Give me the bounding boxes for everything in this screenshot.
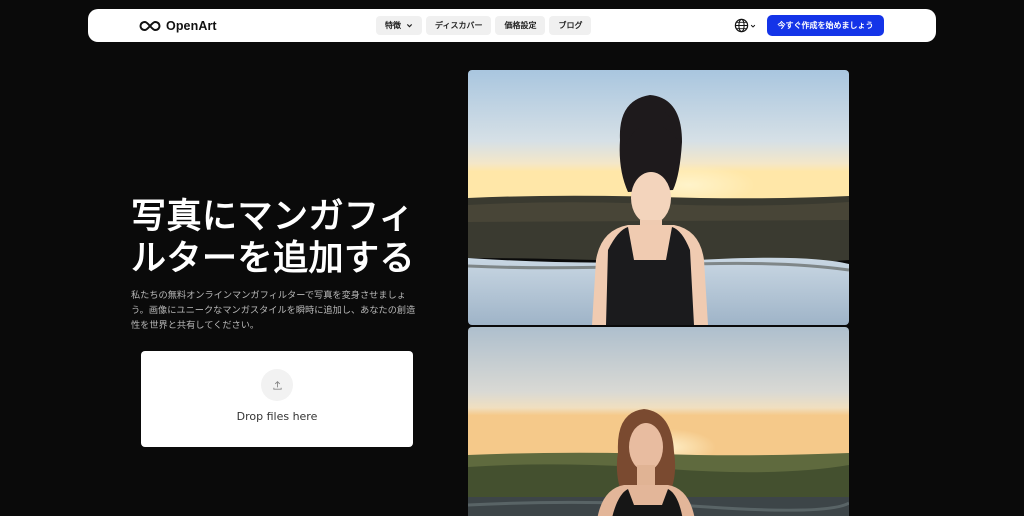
nav-blog[interactable]: ブログ xyxy=(549,16,592,35)
language-selector[interactable] xyxy=(734,17,756,34)
manga-filtered-image xyxy=(468,70,849,325)
file-dropzone[interactable]: Drop files here xyxy=(141,351,413,447)
hero-description-line-2: う。画像にユニークなマンガスタイルを瞬時に追加し、あなたの創造 xyxy=(131,305,416,316)
original-photo-image xyxy=(468,327,849,516)
hero-description-line-3: 性を世界と共有してください。 xyxy=(131,320,260,331)
nav-pricing-label: 価格設定 xyxy=(504,21,537,30)
top-navbar: OpenArt 特徴 ディスカバー 価格設定 ブログ 今すぐ作成を始めましょう xyxy=(88,9,936,42)
chevron-down-icon xyxy=(406,24,413,28)
nav-discover[interactable]: ディスカバー xyxy=(426,16,492,35)
brand-name: OpenArt xyxy=(166,18,217,33)
infinity-logo-icon xyxy=(139,20,161,31)
hero-title-line-2: ルターを追加する xyxy=(131,239,416,279)
hero-description-line-1: 私たちの無料オンラインマンガフィルターで写真を変身させましょ xyxy=(131,290,406,301)
start-creating-button[interactable]: 今すぐ作成を始めましょう xyxy=(767,15,884,36)
upload-icon xyxy=(272,380,282,390)
hero-title-line-1: 写真にマンガフィ xyxy=(131,197,415,237)
nav-pricing[interactable]: 価格設定 xyxy=(495,16,546,35)
hero-description: 私たちの無料オンラインマンガフィルターで写真を変身させましょ う。画像にユニーク… xyxy=(131,288,423,333)
nav-blog-label: ブログ xyxy=(558,21,583,30)
hero-title: 写真にマンガフィ ルターを追加する xyxy=(131,196,431,280)
upload-button[interactable] xyxy=(261,369,293,401)
nav-features-label: 特徴 xyxy=(385,21,401,30)
openart-logo[interactable]: OpenArt xyxy=(139,17,217,34)
chevron-down-icon xyxy=(750,24,756,28)
main-nav: 特徴 ディスカバー 価格設定 ブログ xyxy=(376,16,592,35)
dropzone-label: Drop files here xyxy=(236,410,318,423)
globe-icon xyxy=(734,18,749,33)
nav-features[interactable]: 特徴 xyxy=(376,16,422,35)
nav-discover-label: ディスカバー xyxy=(435,21,483,30)
